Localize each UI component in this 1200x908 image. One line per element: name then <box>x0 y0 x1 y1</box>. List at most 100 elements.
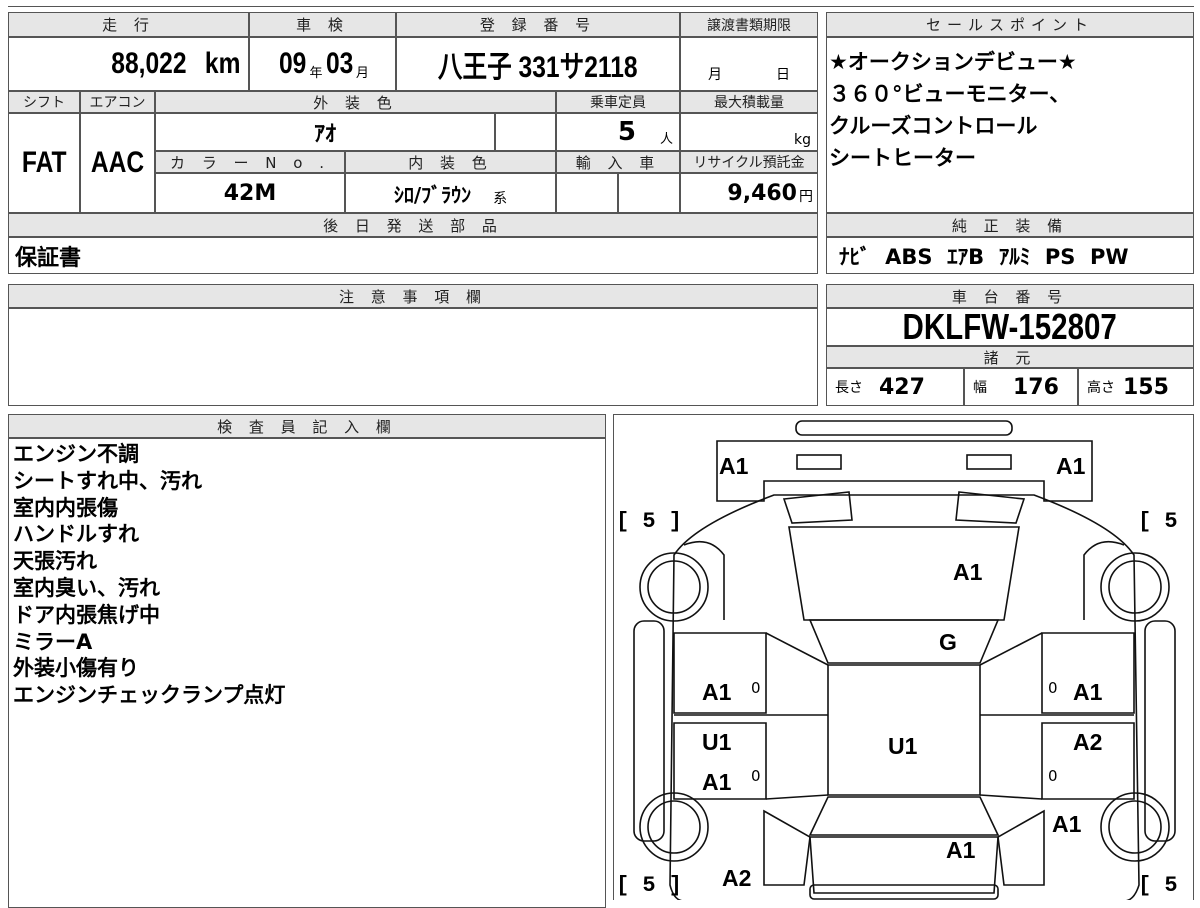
damage-rear-right-door: A2 <box>1073 729 1103 755</box>
caution-header: 注 意 事 項 欄 <box>8 284 818 308</box>
inspector-note: エンジンチェックランプ点灯 <box>13 683 286 708</box>
shift-value: FAT <box>21 146 67 179</box>
width-value: 176 <box>1013 374 1059 400</box>
exterior-color-value: ｱｵ <box>313 122 336 147</box>
damage-rear-left-door-bottom: A1 <box>702 769 732 795</box>
car-diagram: [ 5 ] [ 5 ] [ 5 ] [ 5 ] A1 A1 A1 G A1 A1… <box>613 414 1194 900</box>
max-load-cell: kg <box>680 113 818 151</box>
interior-suffix: 系 <box>493 191 508 207</box>
sales-point-box: ★オークションデビュー★ ３６０°ビューモニター、 クルーズコントロール シート… <box>826 37 1194 213</box>
inspector-note: 天張汚れ <box>13 549 97 574</box>
mileage-unit: km <box>204 47 241 80</box>
inspector-note: ハンドルすれ <box>13 522 139 547</box>
aircon-value: AAC <box>90 146 145 179</box>
later-parts-value: 保証書 <box>15 245 82 271</box>
month-unit: 月 <box>355 65 369 81</box>
inspector-note: 室内臭い、汚れ <box>13 575 160 600</box>
width-cell: 幅 176 <box>964 368 1078 406</box>
genuine-equip-header: 純 正 装 備 <box>826 213 1194 237</box>
mileage-value: 88,022 <box>111 47 187 80</box>
transfer-day: 日 <box>776 67 790 83</box>
sales-point-line: シートヒーター <box>829 146 976 170</box>
import-cell-b <box>618 173 680 213</box>
inspector-notes-box: エンジン不調 シートすれ中、汚れ 室内内張傷 ハンドルすれ 天張汚れ 室内臭い、… <box>8 438 606 908</box>
damage-windshield: G <box>939 629 957 655</box>
top-strip <box>8 0 1194 7</box>
car-outline <box>633 420 1176 900</box>
inspection-month: 03 <box>325 47 353 80</box>
damage-front-right-door: A1 <box>1073 679 1103 705</box>
inspection-header: 車 検 <box>249 12 396 37</box>
capacity-header: 乗車定員 <box>556 91 680 113</box>
caution-box <box>8 308 818 406</box>
transfer-deadline-cell: 月 日 <box>680 37 818 91</box>
damage-roof: U1 <box>888 733 918 759</box>
tire-rear-left: [ 5 ] <box>616 873 683 898</box>
chassis-no-value: DKLFW-152807 <box>902 306 1118 347</box>
inspection-year: 09 <box>279 47 307 80</box>
chassis-no-cell: DKLFW-152807 <box>826 306 1194 347</box>
capacity-value: 5 <box>617 117 636 147</box>
mileage-header: 走 行 <box>8 12 249 37</box>
transfer-month: 月 <box>708 67 722 83</box>
registration-header: 登 録 番 号 <box>396 12 680 37</box>
inspector-note: ドア内張焦げ中 <box>13 602 160 627</box>
import-cell-a <box>556 173 618 213</box>
capacity-unit: 人 <box>659 131 673 147</box>
year-unit: 年 <box>309 65 323 81</box>
tire-front-left: [ 5 ] <box>616 509 683 534</box>
inspector-note: シートすれ中、汚れ <box>13 468 202 493</box>
mark-zero: 0 <box>751 679 761 697</box>
specs-header: 諸 元 <box>826 346 1194 368</box>
mark-zero: 0 <box>1048 767 1058 785</box>
mark-zero: 0 <box>751 767 761 785</box>
length-value: 427 <box>879 374 925 400</box>
height-label: 高さ <box>1087 380 1115 396</box>
mark-zero: 0 <box>1048 679 1058 697</box>
interior-color-value: ｼﾛ/ﾌﾞﾗｳﾝ <box>393 182 472 207</box>
aircon-cell: AAC <box>80 113 155 213</box>
color-no-header: カ ラ ー N o . <box>155 151 345 173</box>
mileage-cell: 88,022 km <box>8 37 249 91</box>
exterior-color-cell: ｱｵ <box>155 113 495 151</box>
height-value: 155 <box>1123 374 1169 400</box>
aircon-header: エアコン <box>80 91 155 113</box>
recycle-cell: 9,460 円 <box>680 173 818 213</box>
interior-color-header: 内 装 色 <box>345 151 556 173</box>
damage-front-left-corner: A1 <box>719 453 749 479</box>
registration-number: 八王子 331サ2118 <box>438 51 638 84</box>
inspector-note: ミラーA <box>13 629 93 654</box>
height-cell: 高さ 155 <box>1078 368 1194 406</box>
later-parts-cell: 保証書 <box>8 237 818 274</box>
inspector-notes-header: 検 査 員 記 入 欄 <box>8 414 606 438</box>
import-header: 輸 入 車 <box>556 151 680 173</box>
transfer-deadline-header: 譲渡書類期限 <box>680 12 818 37</box>
damage-rear-left-door-top: U1 <box>702 729 732 755</box>
interior-color-cell: ｼﾛ/ﾌﾞﾗｳﾝ 系 <box>345 173 556 213</box>
max-load-header: 最大積載量 <box>680 91 818 113</box>
damage-front-right-corner: A1 <box>1056 453 1086 479</box>
recycle-value: 9,460 <box>727 180 797 206</box>
max-load-unit: kg <box>794 132 811 148</box>
sales-point-line: クルーズコントロール <box>829 114 1038 138</box>
capacity-cell: 5 人 <box>556 113 680 151</box>
damage-front-left-door: A1 <box>702 679 732 705</box>
sales-point-line: ★オークションデビュー★ <box>829 50 1077 74</box>
color-no-value: 42M <box>223 180 277 206</box>
inspector-note: エンジン不調 <box>13 442 139 466</box>
recycle-header: リサイクル預託金 <box>680 151 818 173</box>
chassis-no-header: 車 台 番 号 <box>826 284 1194 308</box>
damage-rear-right-quarter: A1 <box>1052 811 1082 837</box>
length-label: 長さ <box>835 380 863 396</box>
later-parts-header: 後 日 発 送 部 品 <box>8 213 818 237</box>
length-cell: 長さ 427 <box>826 368 964 406</box>
exterior-color-extra <box>495 113 556 151</box>
recycle-unit: 円 <box>799 189 813 205</box>
inspector-note: 室内内張傷 <box>13 495 118 520</box>
genuine-equip-value: ﾅﾋﾞ ABS ｴｱB ｱﾙﾐ PS PW <box>839 244 1129 269</box>
sales-point-header: セールスポイント <box>826 12 1194 37</box>
registration-cell: 八王子 331サ2118 <box>396 37 680 91</box>
width-label: 幅 <box>973 380 987 396</box>
damage-hood: A1 <box>953 559 983 585</box>
inspection-cell: 09 年 03 月 <box>249 37 396 91</box>
